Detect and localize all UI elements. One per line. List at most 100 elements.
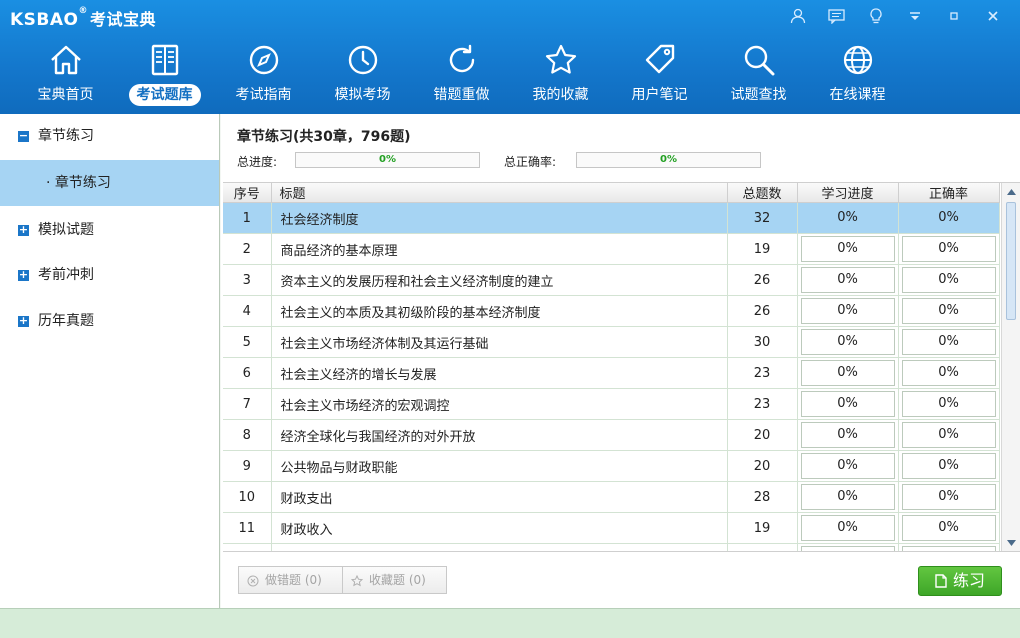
row-title[interactable]: 社会主义的本质及其初级阶段的基本经济制度	[271, 295, 728, 327]
scroll-down-icon[interactable]	[1002, 534, 1020, 551]
expand-icon[interactable]: +	[18, 224, 29, 236]
row-accuracy	[901, 546, 996, 551]
row-progress-cell: 0%	[797, 233, 899, 265]
column-header-title[interactable]: 标题	[271, 183, 728, 203]
practice-button[interactable]: 练习	[918, 566, 1002, 596]
expand-icon[interactable]: +	[18, 315, 29, 327]
column-header-no[interactable]: 序号	[223, 183, 272, 203]
home-icon	[16, 40, 115, 80]
sidebar-group-chapter-practice[interactable]: − 章节练习	[0, 116, 219, 156]
vertical-scrollbar[interactable]	[1001, 183, 1020, 551]
column-header-accuracy[interactable]: 正确率	[898, 183, 1000, 203]
table-row[interactable]: 5 社会主义市场经济体制及其运行基础 30 0% 0%	[223, 326, 1000, 358]
row-progress-cell: 0%	[797, 357, 899, 389]
dropdown-icon[interactable]	[895, 4, 934, 28]
column-header-progress[interactable]: 学习进度	[797, 183, 899, 203]
collapse-icon[interactable]: −	[18, 130, 29, 142]
table-row[interactable]: 8 经济全球化与我国经济的对外开放 20 0% 0%	[223, 419, 1000, 451]
table-row[interactable]: 2 商品经济的基本原理 19 0% 0%	[223, 233, 1000, 265]
table-row[interactable]: 6 社会主义经济的增长与发展 23 0% 0%	[223, 357, 1000, 389]
page-title: 章节练习(共30章，796题)	[237, 129, 411, 145]
row-accuracy: 0%	[901, 360, 996, 386]
nav-home[interactable]: 宝典首页	[16, 40, 115, 108]
nav-question-search[interactable]: 试题查找	[709, 40, 808, 108]
chapter-table: 序号 标题 总题数 学习进度 正确率 1 社会经济制度 32 0% 0% 2 商品经济的基本…	[223, 182, 1020, 552]
row-progress: 0%	[800, 205, 895, 231]
table-row[interactable]: 3 资本主义的发展历程和社会主义经济制度的建立 26 0% 0%	[223, 264, 1000, 296]
row-accuracy-cell: 0%	[898, 326, 1000, 358]
nav-user-notes[interactable]: 用户笔记	[610, 40, 709, 108]
row-total-questions: 23	[727, 388, 798, 420]
sidebar-item-chapter-practice[interactable]: · 章节练习	[0, 160, 219, 206]
nav-online-courses[interactable]: 在线课程	[808, 40, 907, 108]
bulb-icon[interactable]	[856, 4, 895, 28]
scroll-up-icon[interactable]	[1002, 183, 1020, 200]
row-title[interactable]: 社会主义市场经济体制及其运行基础	[271, 326, 728, 358]
nav-wrong-redo[interactable]: 错题重做	[412, 40, 511, 108]
star-outline-icon	[351, 574, 363, 586]
row-title[interactable]: 社会主义经济的增长与发展	[271, 357, 728, 389]
main-nav: 宝典首页 考试题库 考试指南 模拟考场 错题重做 我的收藏 用户笔记 试题查找 …	[16, 40, 907, 108]
wrong-questions-button[interactable]: 做错题 (0)	[238, 566, 343, 594]
minimize-icon[interactable]	[934, 4, 973, 28]
row-title[interactable]: 税收基本制度	[271, 543, 728, 551]
row-title[interactable]: 商品经济的基本原理	[271, 233, 728, 265]
row-progress-cell: 0%	[797, 512, 899, 544]
table-row[interactable]: 9 公共物品与财政职能 20 0% 0%	[223, 450, 1000, 482]
row-title[interactable]: 财政收入	[271, 512, 728, 544]
compass-icon	[214, 40, 313, 80]
close-icon[interactable]	[973, 4, 1012, 28]
table-row[interactable]: 4 社会主义的本质及其初级阶段的基本经济制度 26 0% 0%	[223, 295, 1000, 327]
sidebar-group-mock-questions[interactable]: + 模拟试题	[0, 210, 219, 250]
row-progress-cell: 0%	[797, 264, 899, 296]
row-number: 2	[223, 233, 272, 265]
row-title[interactable]: 社会主义市场经济的宏观调控	[271, 388, 728, 420]
column-header-total[interactable]: 总题数	[727, 183, 798, 203]
row-title[interactable]: 社会经济制度	[271, 202, 728, 234]
row-accuracy-cell: 0%	[898, 512, 1000, 544]
row-title[interactable]: 资本主义的发展历程和社会主义经济制度的建立	[271, 264, 728, 296]
nav-exam-guide[interactable]: 考试指南	[214, 40, 313, 108]
table-row[interactable]: 10 财政支出 28 0% 0%	[223, 481, 1000, 513]
row-progress-cell: 0%	[797, 481, 899, 513]
total-progress-label: 总进度:	[237, 155, 278, 169]
user-icon[interactable]	[778, 4, 817, 28]
row-progress: 0%	[800, 236, 895, 262]
row-number: 1	[223, 202, 272, 234]
table-header: 序号 标题 总题数 学习进度 正确率	[223, 183, 1000, 203]
document-icon	[935, 574, 947, 588]
row-title[interactable]: 经济全球化与我国经济的对外开放	[271, 419, 728, 451]
row-number: 3	[223, 264, 272, 296]
top-bar: KSBAO® 考试宝典 宝典首页 考试题库 考试指南 模拟考场 错题重做 我的收…	[0, 0, 1020, 114]
row-progress: 0%	[800, 298, 895, 324]
row-total-questions	[727, 543, 798, 551]
scroll-thumb[interactable]	[1006, 202, 1016, 320]
row-accuracy-cell: 0%	[898, 419, 1000, 451]
table-row[interactable]: 11 财政收入 19 0% 0%	[223, 512, 1000, 544]
nav-question-bank[interactable]: 考试题库	[115, 40, 214, 108]
sidebar-group-pre-exam-sprint[interactable]: + 考前冲刺	[0, 255, 219, 295]
table-row[interactable]: 7 社会主义市场经济的宏观调控 23 0% 0%	[223, 388, 1000, 420]
row-title[interactable]: 公共物品与财政职能	[271, 450, 728, 482]
row-accuracy: 0%	[901, 515, 996, 541]
search-icon	[709, 40, 808, 80]
row-total-questions: 20	[727, 419, 798, 451]
row-progress-cell: 0%	[797, 202, 899, 234]
expand-icon[interactable]: +	[18, 269, 29, 281]
table-row[interactable]: 12税收基本制度	[223, 543, 1000, 551]
row-title[interactable]: 财政支出	[271, 481, 728, 513]
favorite-questions-button[interactable]: 收藏题 (0)	[342, 566, 447, 594]
nav-favorites[interactable]: 我的收藏	[511, 40, 610, 108]
table-row[interactable]: 1 社会经济制度 32 0% 0%	[223, 202, 1000, 234]
row-number: 11	[223, 512, 272, 544]
row-number: 6	[223, 357, 272, 389]
sidebar-group-past-exams[interactable]: + 历年真题	[0, 301, 219, 341]
message-icon[interactable]	[817, 4, 856, 28]
row-number: 8	[223, 419, 272, 451]
nav-mock-exam[interactable]: 模拟考场	[313, 40, 412, 108]
tag-icon	[610, 40, 709, 80]
row-accuracy-cell	[898, 543, 1000, 551]
book-icon	[115, 40, 214, 80]
total-accuracy-value: 0%	[660, 154, 677, 165]
row-accuracy-cell: 0%	[898, 202, 1000, 234]
